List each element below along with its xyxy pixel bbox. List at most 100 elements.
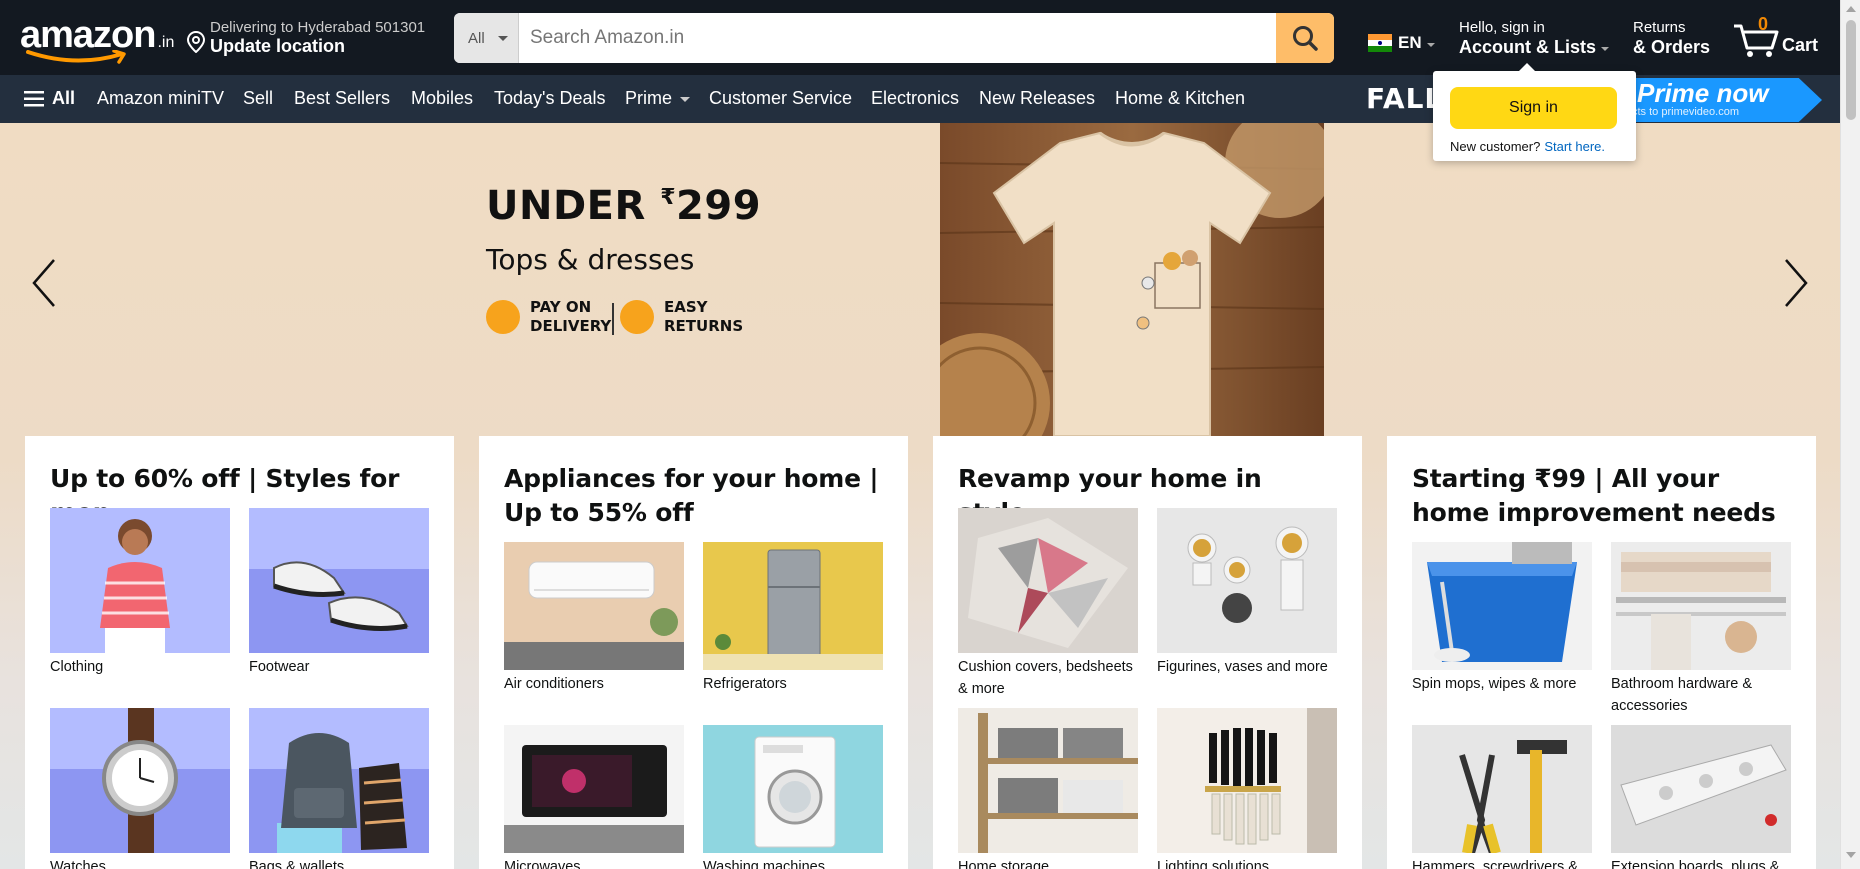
scroll-down-icon[interactable] [1846, 852, 1856, 858]
tile-clothing[interactable]: Clothing [50, 508, 230, 678]
prime-promo-banner[interactable]: Prime now cts to primevideo.com [1628, 78, 1822, 122]
page-scrollbar[interactable] [1840, 0, 1860, 869]
tile-lighting-solutions[interactable]: Lighting solutions [1157, 708, 1337, 869]
cart-label: Cart [1782, 35, 1819, 55]
new-customer-text: New customer? Start here. [1450, 139, 1605, 154]
tile-extension-boards[interactable]: Extension boards, plugs & more [1611, 725, 1791, 869]
promo-banner-text[interactable]: FALL [1366, 82, 1443, 115]
tile-caption: Home storage [958, 859, 1050, 869]
language-code: EN [1398, 33, 1422, 52]
tile-caption: Hammers, screwdrivers & more [1412, 859, 1578, 869]
hero-currency: ₹ [660, 185, 677, 210]
pay-on-delivery-icon [486, 300, 520, 334]
refrigerator-image [703, 542, 883, 670]
search-category-dropdown[interactable]: All [454, 13, 519, 63]
card-title[interactable]: Appliances for your home | Up to 55% off [504, 462, 883, 530]
nav-item-best-sellers[interactable]: Best Sellers [294, 88, 390, 109]
card-revamp-home: Revamp your home in style Cushion covers… [933, 436, 1362, 869]
prime-promo-title: Prime now [1637, 78, 1769, 108]
extension-board-image [1611, 725, 1791, 853]
tile-caption: Bathroom hardware & accessories [1611, 676, 1753, 714]
amazon-logo[interactable]: amazon .in [20, 14, 174, 64]
nav-item-todays-deals[interactable]: Today's Deals [494, 88, 606, 109]
hero-product-image[interactable] [940, 123, 1324, 436]
scrollbar-thumb[interactable] [1846, 20, 1856, 120]
logo-suffix: .in [157, 34, 175, 51]
cart-button[interactable]: 0 Cart [1732, 12, 1832, 62]
returns-orders[interactable]: Returns & Orders [1633, 19, 1723, 59]
all-menu-button[interactable]: All [24, 88, 75, 109]
returns-line2: & Orders [1633, 37, 1711, 57]
spin-mop-image [1412, 542, 1592, 670]
washing-machine-image [703, 725, 883, 853]
figurines-image [1157, 508, 1337, 653]
search-input[interactable] [520, 13, 1276, 63]
search-button[interactable] [1276, 13, 1334, 63]
pay-on-delivery-badge: PAY ON DELIVERY [486, 298, 611, 336]
smile-icon [26, 50, 126, 64]
account-lists[interactable]: Hello, sign in Account & Lists [1459, 19, 1614, 59]
tile-bathroom-hardware[interactable]: Bathroom hardware & accessories [1611, 542, 1791, 717]
tile-caption: Extension boards, plugs & more [1611, 859, 1780, 869]
carousel-next-arrow-icon[interactable] [1780, 257, 1810, 309]
nav-item-minitv[interactable]: Amazon miniTV [97, 88, 224, 109]
tile-home-storage[interactable]: Home storage [958, 708, 1138, 869]
card-appliances: Appliances for your home | Up to 55% off… [479, 436, 908, 869]
nav-item-sell[interactable]: Sell [243, 88, 273, 109]
hero-price: 299 [676, 183, 762, 229]
tile-refrigerators[interactable]: Refrigerators [703, 542, 883, 695]
all-menu-label: All [52, 88, 76, 108]
tile-watches[interactable]: Watches [50, 708, 230, 869]
footwear-image [249, 508, 429, 653]
language-selector[interactable]: EN [1368, 32, 1438, 56]
tile-bags-wallets[interactable]: Bags & wallets [249, 708, 429, 869]
cart-count: 0 [1758, 14, 1769, 34]
chevron-down-icon [680, 96, 691, 102]
tile-footwear[interactable]: Footwear [249, 508, 429, 678]
returns-line1: Returns [1633, 19, 1686, 36]
nav-item-customer-service[interactable]: Customer Service [709, 88, 852, 109]
badge-divider [612, 303, 614, 335]
tile-spin-mops[interactable]: Spin mops, wipes & more [1412, 542, 1592, 695]
signin-flyout: Sign in New customer? Start here. [1433, 63, 1636, 161]
tshirt-image [940, 123, 1324, 436]
hero-headline[interactable]: UNDER ₹299 [486, 183, 761, 229]
nav-item-home-kitchen[interactable]: Home & Kitchen [1115, 88, 1245, 109]
nav-item-new-releases[interactable]: New Releases [979, 88, 1095, 109]
tile-caption: Air conditioners [504, 676, 604, 692]
carousel-prev-arrow-icon[interactable] [30, 257, 60, 309]
tile-microwaves[interactable]: Microwaves [504, 725, 684, 869]
location-pin-icon [186, 31, 206, 53]
signin-button[interactable]: Sign in [1450, 87, 1617, 129]
card-title[interactable]: Starting ₹99 | All your home improvement… [1412, 462, 1791, 530]
delivery-line2: Update location [210, 36, 346, 56]
tile-caption: Footwear [249, 659, 310, 675]
new-customer-label: New customer? [1450, 139, 1541, 154]
account-greeting: Hello, sign in [1459, 19, 1545, 36]
india-flag-icon [1368, 34, 1392, 52]
watches-image [50, 708, 230, 853]
nav-item-prime[interactable]: Prime [625, 88, 691, 109]
nav-item-prime-label: Prime [625, 88, 673, 108]
tile-air-conditioners[interactable]: Air conditioners [504, 542, 684, 695]
tile-washing-machines[interactable]: Washing machines [703, 725, 883, 869]
nav-item-electronics[interactable]: Electronics [871, 88, 959, 109]
home-storage-image [958, 708, 1138, 853]
clothing-image [50, 508, 230, 653]
bags-image [249, 708, 429, 853]
nav-item-mobiles[interactable]: Mobiles [411, 88, 473, 109]
badge1-line1: PAY ON [530, 298, 592, 316]
hero-subheading[interactable]: Tops & dresses [486, 243, 694, 276]
delivery-line1: Delivering to Hyderabad 501301 [210, 19, 426, 36]
tile-hammers-screwdrivers[interactable]: Hammers, screwdrivers & more [1412, 725, 1592, 869]
tile-cushion-covers[interactable]: Cushion covers, bedsheets & more [958, 508, 1138, 700]
delivery-location[interactable]: Delivering to Hyderabad 501301 Update lo… [186, 18, 436, 58]
hero-headline-prefix: UNDER [486, 183, 661, 229]
cart-icon [1734, 24, 1779, 57]
badge1-line2: DELIVERY [530, 317, 612, 335]
account-label: Account & Lists [1459, 37, 1597, 57]
tile-figurines-vases[interactable]: Figurines, vases and more [1157, 508, 1337, 678]
scroll-up-icon[interactable] [1846, 6, 1856, 12]
hamburger-menu-icon [24, 90, 44, 106]
start-here-link[interactable]: Start here. [1544, 139, 1605, 154]
